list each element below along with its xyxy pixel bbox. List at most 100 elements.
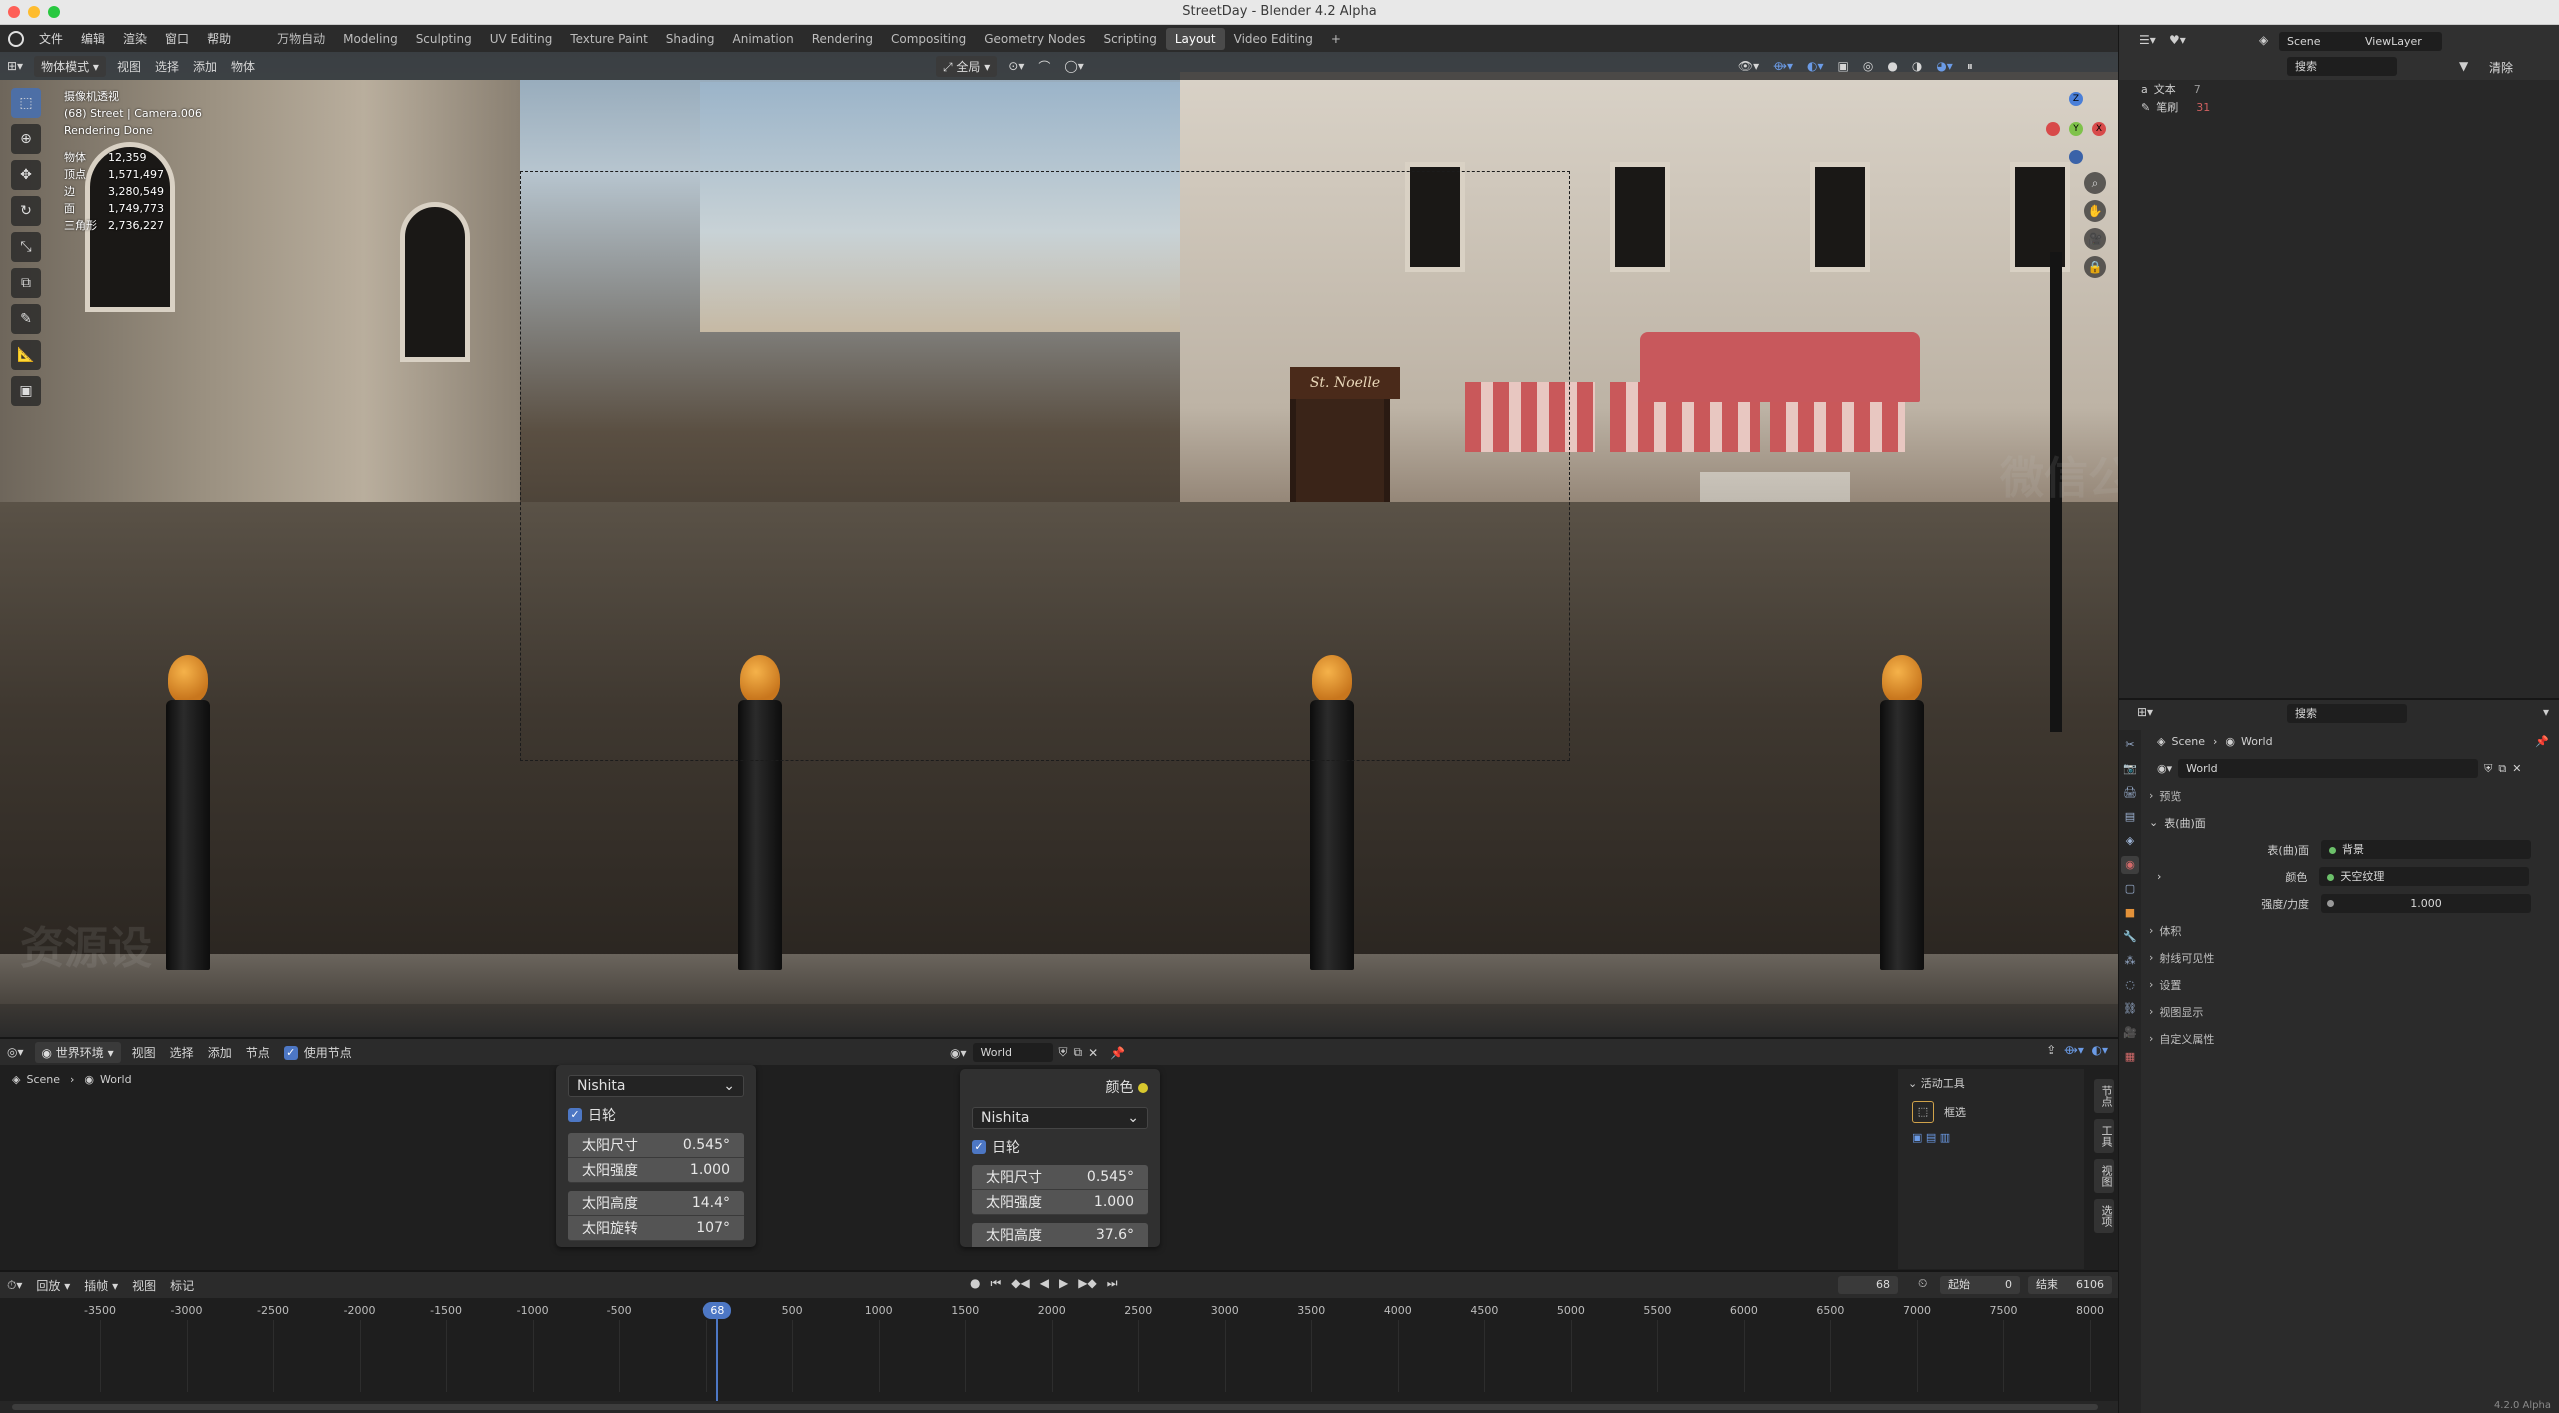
navigation-gizmo[interactable]: Z Y X — [2046, 92, 2106, 182]
display-mode-icon[interactable]: ♥▾ — [2169, 33, 2186, 47]
section-volume[interactable]: › 体积 — [2143, 917, 2559, 944]
outliner-search-input[interactable]: 搜索 — [2287, 57, 2397, 76]
visibility-icon[interactable]: 👁▾ — [1731, 57, 1766, 75]
snap-icon[interactable]: ⌒ — [1031, 56, 1057, 77]
workspace-tab[interactable]: UV Editing — [481, 28, 562, 50]
workspace-tab[interactable]: Sculpting — [407, 28, 481, 50]
sun-size-field[interactable]: 太阳尺寸 0.545° — [972, 1165, 1148, 1190]
section-surface[interactable]: ⌄ 表(曲)面 — [2143, 809, 2559, 836]
workspace-tab[interactable]: Scripting — [1094, 28, 1165, 50]
transform-orientation-dropdown[interactable]: ⤢ 全局 ▾ — [936, 55, 998, 77]
sun-elevation-field[interactable]: 太阳高度 37.6° — [972, 1223, 1148, 1247]
zoom-view-icon[interactable]: ⌕ — [2084, 172, 2106, 194]
viewport-menu-view[interactable]: 视图 — [110, 56, 148, 77]
section-viewport-display[interactable]: › 视图显示 — [2143, 998, 2559, 1025]
sidebar-tab-view[interactable]: 视图 — [2094, 1159, 2114, 1193]
node-overlay-icons[interactable]: ⇪ ⟴▾ ◐▾ — [2046, 1043, 2108, 1057]
move-tool-icon[interactable]: ✥ — [11, 160, 41, 190]
color-output-socket[interactable]: 颜色 — [972, 1077, 1148, 1097]
viewport-menu-select[interactable]: 选择 — [148, 56, 186, 77]
lock-camera-icon[interactable]: 🔒 — [2084, 256, 2106, 278]
overlay-toggle-icon[interactable]: ◐▾ — [1800, 57, 1831, 75]
rotate-tool-icon[interactable]: ↻ — [11, 196, 41, 226]
sky-texture-node[interactable]: 颜色 Nishita ⌄ ✓ 日轮 太阳尺寸 0.545° 太阳强度 1.000 太阳高… — [960, 1069, 1160, 1247]
fake-user-icon[interactable]: ⛨ — [2484, 762, 2492, 776]
scale-tool-icon[interactable]: ⤡ — [11, 232, 41, 262]
fake-user-icon[interactable]: ⛨ — [1059, 1045, 1068, 1060]
strength-input-field[interactable]: 1.000 — [2321, 894, 2531, 913]
workspace-tab[interactable]: Modeling — [334, 28, 407, 50]
properties-search-input[interactable]: 搜索 — [2287, 704, 2407, 723]
sun-disc-checkbox[interactable]: ✓ 日轮 — [568, 1105, 744, 1125]
add-workspace-button[interactable]: + — [1322, 28, 1350, 50]
node-menu-view[interactable]: 视图 — [125, 1042, 163, 1063]
sun-disc-checkbox[interactable]: ✓ 日轮 — [972, 1137, 1148, 1157]
gizmo-x-axis-icon[interactable]: X — [2092, 122, 2106, 136]
node-menu-node[interactable]: 节点 — [239, 1042, 277, 1063]
sun-intensity-field[interactable]: 太阳强度 1.000 — [972, 1190, 1148, 1215]
section-ray-visibility[interactable]: › 射线可见性 — [2143, 944, 2559, 971]
view-layer-tab-icon[interactable]: ▤ — [2121, 808, 2139, 826]
scene-tab-icon[interactable]: ◈ — [2121, 832, 2139, 850]
cursor-tool-icon[interactable]: ⊕ — [11, 124, 41, 154]
sidebar-tab-node[interactable]: 节点 — [2094, 1079, 2114, 1113]
menu-help[interactable]: 帮助 — [198, 30, 240, 47]
workspace-tab[interactable]: Rendering — [803, 28, 882, 50]
pin-icon[interactable]: 📌 — [1110, 1046, 1125, 1060]
timeline-ruler[interactable]: -3500-3000-2500-2000-1500-1000-500050010… — [0, 1272, 2118, 1413]
unlink-icon[interactable]: ✕ — [2512, 762, 2521, 775]
pivot-icon[interactable]: ⊙▾ — [1001, 57, 1031, 75]
collection-tab-icon[interactable]: ▢ — [2121, 880, 2139, 898]
sky-type-dropdown[interactable]: Nishita ⌄ — [568, 1075, 744, 1097]
section-settings[interactable]: › 设置 — [2143, 971, 2559, 998]
workspace-tab[interactable]: 万物自动 — [268, 26, 334, 51]
scrollbar-thumb[interactable] — [12, 1404, 2098, 1410]
pin-icon[interactable]: 📌 — [2535, 735, 2549, 748]
sky-texture-node[interactable]: Nishita ⌄ ✓ 日轮 太阳尺寸 0.545° 太阳强度 1.000 太阳高度 14… — [556, 1065, 756, 1247]
timeline-scrollbar[interactable] — [0, 1401, 2118, 1413]
menu-file[interactable]: 文件 — [30, 30, 72, 47]
object-mode-dropdown[interactable]: 物体模式 ▾ — [34, 55, 106, 77]
editor-type-icon[interactable]: ⊞▾ — [2137, 705, 2153, 719]
pan-view-icon[interactable]: ✋ — [2084, 200, 2106, 222]
shading-wireframe-icon[interactable]: ◎ — [1856, 57, 1880, 75]
select-box-tool-icon[interactable]: ⬚ — [11, 88, 41, 118]
sun-intensity-field[interactable]: 太阳强度 1.000 — [568, 1158, 744, 1183]
shader-type-dropdown[interactable]: ◉ 世界环境 ▾ — [34, 1041, 121, 1063]
sun-size-field[interactable]: 太阳尺寸 0.545° — [568, 1133, 744, 1158]
workspace-tab[interactable]: Geometry Nodes — [975, 28, 1094, 50]
sky-type-dropdown[interactable]: Nishita ⌄ — [972, 1107, 1148, 1129]
filter-icon[interactable]: ▼ — [2459, 59, 2468, 73]
editor-type-icon[interactable]: ◎▾ — [0, 1043, 31, 1061]
options-icon[interactable]: ▾ — [2543, 705, 2549, 719]
select-mode-icons[interactable]: ▣ ▤ ▥ — [1898, 1127, 2084, 1148]
node-menu-select[interactable]: 选择 — [163, 1042, 201, 1063]
gizmo-z-axis-icon[interactable]: Z — [2069, 92, 2083, 106]
viewport-menu-object[interactable]: 物体 — [224, 56, 262, 77]
transform-tool-icon[interactable]: ⧉ — [11, 268, 41, 298]
playhead-frame-badge[interactable]: 68 — [703, 1302, 732, 1319]
data-tab-icon[interactable]: 🎥 — [2121, 1024, 2139, 1042]
annotate-tool-icon[interactable]: ✎ — [11, 304, 41, 334]
shading-material-icon[interactable]: ◑ — [1905, 57, 1929, 75]
duplicate-icon[interactable]: ⧉ — [1074, 1045, 1083, 1060]
box-select-tool[interactable]: ⬚ 框选 — [1898, 1097, 2084, 1127]
sun-elevation-field[interactable]: 太阳高度 14.4° — [568, 1191, 744, 1216]
outliner-row[interactable]: ✎ 笔刷 31 — [2119, 98, 2559, 116]
menu-window[interactable]: 窗口 — [156, 30, 198, 47]
unlink-icon[interactable]: ✕ — [1088, 1046, 1098, 1060]
section-preview[interactable]: › 预览 — [2143, 782, 2559, 809]
world-name-field[interactable]: World — [2178, 759, 2479, 778]
section-custom-properties[interactable]: › 自定义属性 — [2143, 1025, 2559, 1052]
modifiers-tab-icon[interactable]: 🔧 — [2121, 928, 2139, 946]
duplicate-icon[interactable]: ⧉ — [2498, 762, 2506, 776]
clear-button[interactable]: 清除 — [2489, 59, 2513, 76]
node-editor[interactable]: ◎▾ ◉ 世界环境 ▾ 视图 选择 添加 节点 ✓ 使用节点 ◉▾ World ⛨… — [0, 1037, 2118, 1270]
physics-tab-icon[interactable]: ◌ — [2121, 976, 2139, 994]
tool-tab-icon[interactable]: ✂ — [2121, 736, 2139, 754]
world-tab-icon[interactable]: ◉ — [2121, 856, 2139, 874]
xray-icon[interactable]: ▣ — [1831, 57, 1856, 75]
3d-viewport[interactable]: St. Noelle 资源设 微信公 ⊞▾ 物体模式 ▾ 视图 选择 添加 物体… — [0, 52, 2118, 1037]
shading-rendered-icon[interactable]: ◕▾ — [1929, 57, 1960, 75]
gizmo-neg-z-axis-icon[interactable] — [2069, 150, 2083, 164]
